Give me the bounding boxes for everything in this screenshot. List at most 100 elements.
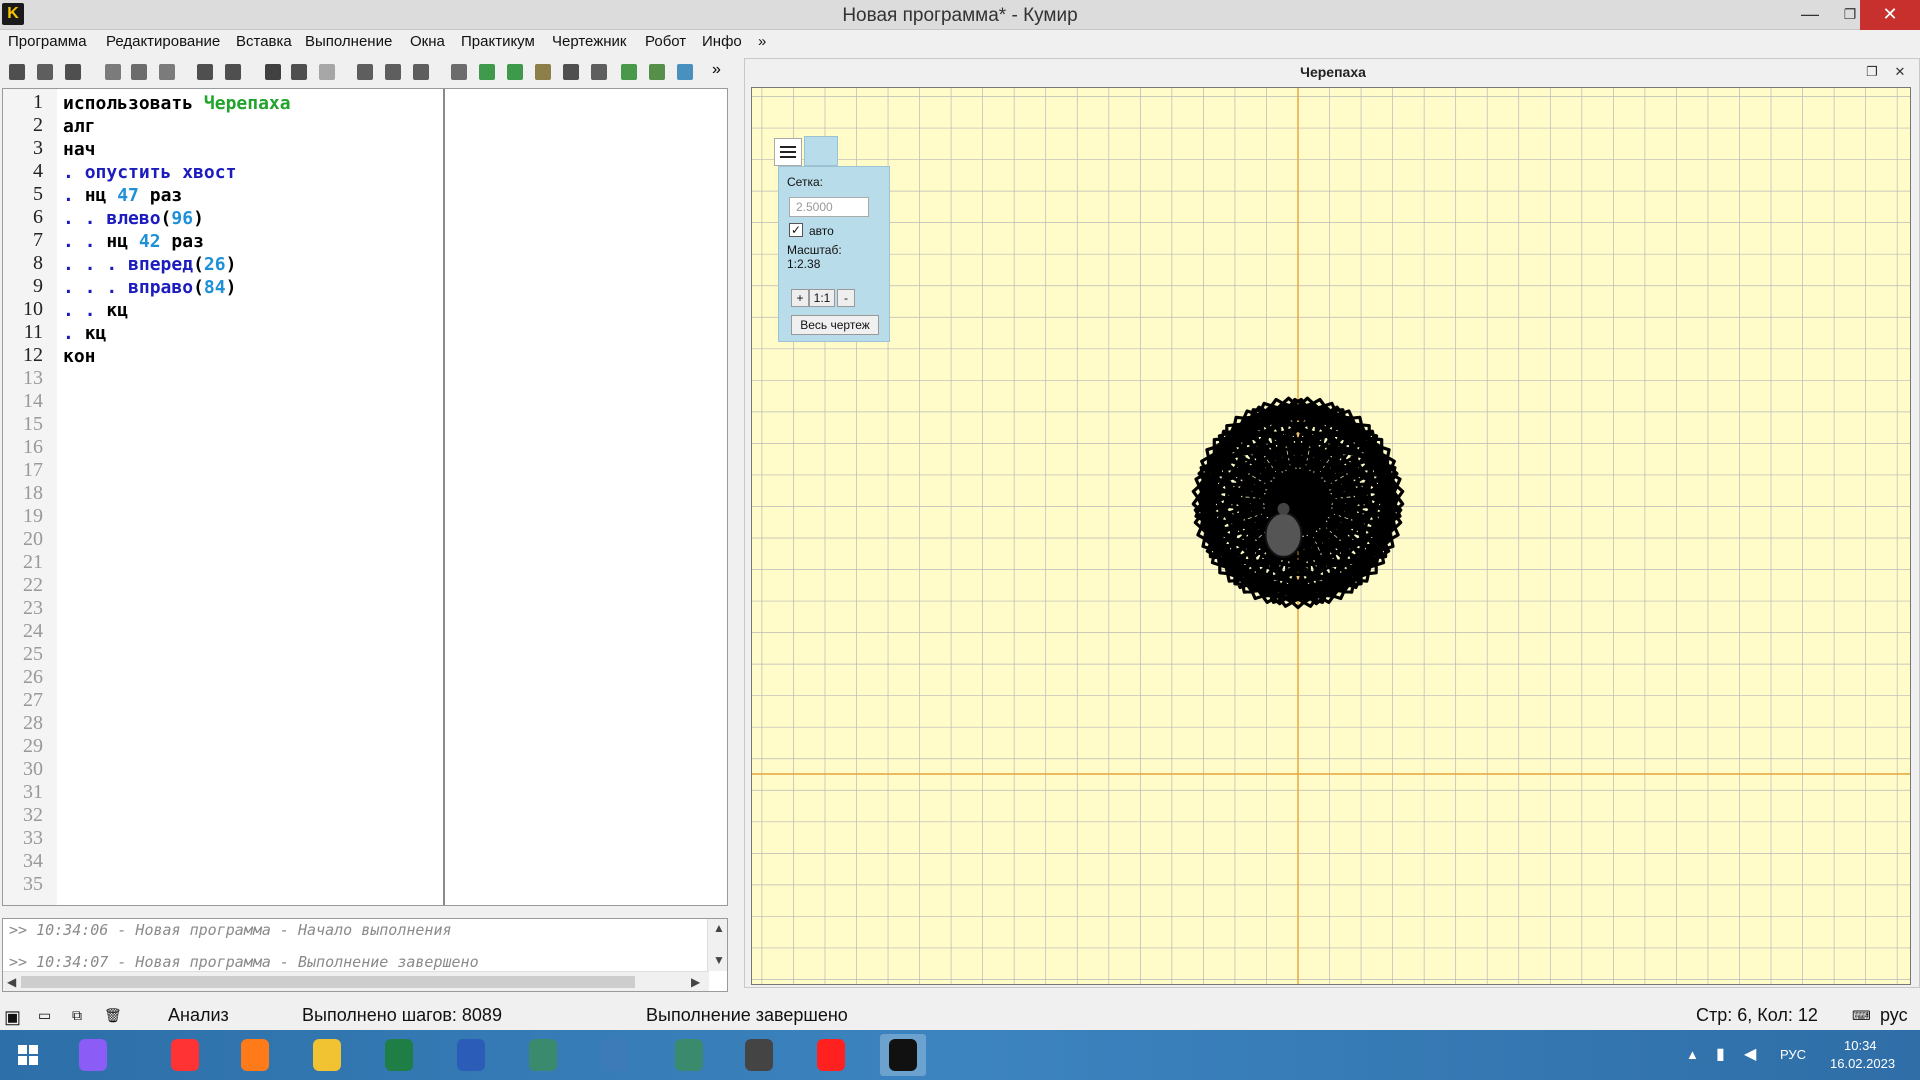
excel-icon[interactable] xyxy=(376,1034,422,1076)
console-vertical-scrollbar[interactable]: ▲ ▼ xyxy=(707,919,727,971)
menu-run[interactable]: Выполнение xyxy=(305,33,392,50)
scanner-icon[interactable] xyxy=(736,1034,782,1076)
close-panel-icon[interactable]: ✕ xyxy=(1891,63,1909,81)
step-out-icon[interactable] xyxy=(410,61,432,83)
code-line[interactable]: . . влево(96) xyxy=(63,208,204,229)
status-icon-3[interactable]: ⧉ xyxy=(72,1007,82,1024)
turtle-icon[interactable] xyxy=(618,61,640,83)
undo-icon[interactable] xyxy=(194,61,216,83)
network-icon[interactable]: ▮ xyxy=(1716,1044,1725,1064)
tray-lang[interactable]: РУС xyxy=(1780,1047,1806,1062)
output-console[interactable]: >> 10:34:06 - Новая программа - Начало в… xyxy=(2,918,728,992)
code-line[interactable]: . кц xyxy=(63,323,106,344)
word-icon[interactable] xyxy=(448,1034,494,1076)
code-line[interactable]: . опустить хвост xyxy=(63,162,236,183)
line-number: 11 xyxy=(23,321,43,343)
code-line[interactable]: . . . вправо(84) xyxy=(63,277,236,298)
indent-dots: . xyxy=(63,162,85,183)
menu-edit[interactable]: Редактирование xyxy=(106,33,220,50)
step-over-icon[interactable] xyxy=(354,61,376,83)
python-icon[interactable] xyxy=(592,1034,638,1076)
close-button[interactable]: ✕ xyxy=(1860,0,1920,30)
menu-robot[interactable]: Робот xyxy=(645,33,686,50)
minimize-button[interactable]: — xyxy=(1790,0,1830,30)
code-line[interactable]: . . кц xyxy=(63,300,128,321)
robot-icon[interactable] xyxy=(504,61,526,83)
zoom-reset-button[interactable]: 1:1 xyxy=(809,289,835,307)
kumir-icon[interactable] xyxy=(880,1034,926,1076)
indent-dots: . . . xyxy=(63,277,129,298)
code-token: раз xyxy=(138,185,183,206)
clock-date[interactable]: 16.02.2023 xyxy=(1830,1056,1895,1071)
line-number: 34 xyxy=(23,850,43,872)
zoom-in-button[interactable]: + xyxy=(791,289,809,307)
new-file-icon[interactable] xyxy=(6,61,28,83)
drawer-icon[interactable] xyxy=(476,61,498,83)
scroll-left-icon[interactable]: ◀ xyxy=(7,975,16,989)
copy-icon[interactable] xyxy=(128,61,150,83)
paste-icon[interactable] xyxy=(156,61,178,83)
code-line[interactable]: . . нц 42 раз xyxy=(63,231,204,252)
yandex-browser-icon[interactable] xyxy=(162,1034,208,1076)
step-into-icon[interactable] xyxy=(382,61,404,83)
float-panel-icon[interactable]: ❐ xyxy=(1863,63,1881,81)
run-step-icon[interactable] xyxy=(288,61,310,83)
run-icon[interactable] xyxy=(262,61,284,83)
console-horizontal-scrollbar[interactable]: ◀ ▶ xyxy=(3,971,709,991)
robot2-icon[interactable] xyxy=(646,61,668,83)
menu-drawer[interactable]: Чертежник xyxy=(552,33,627,50)
explorer-icon[interactable] xyxy=(304,1034,350,1076)
code-line[interactable]: нач xyxy=(63,139,96,160)
firefox-icon[interactable] xyxy=(232,1034,278,1076)
code-token: кц xyxy=(106,300,129,321)
code-line[interactable]: алг xyxy=(63,116,96,137)
yandex-icon[interactable] xyxy=(808,1034,854,1076)
code-token: 96 xyxy=(171,208,194,229)
grid-step-input[interactable]: 2.5000 xyxy=(789,197,869,217)
volume-icon[interactable]: ◀ xyxy=(1744,1044,1756,1064)
zoom-out-button[interactable]: - xyxy=(837,289,855,307)
fit-drawing-button[interactable]: Весь чертеж xyxy=(791,315,879,335)
grid-icon[interactable] xyxy=(560,61,582,83)
turtle-canvas[interactable]: Сетка: 2.5000 ✓ авто Масштаб: 1:2.38 + 1… xyxy=(751,87,1911,985)
canvas-menu-icon[interactable] xyxy=(774,138,802,166)
save-icon[interactable] xyxy=(62,61,84,83)
menu-info[interactable]: Инфо xyxy=(702,33,742,50)
tray-up-icon[interactable]: ▲ xyxy=(1686,1047,1699,1062)
console-line: >> 10:34:06 - Новая программа - Начало в… xyxy=(9,921,452,939)
scroll-right-icon[interactable]: ▶ xyxy=(691,975,700,989)
code-editor[interactable]: 1 2 3 4 5 6 7 8 9 10 11 12 13 14 15 16 17 18 19 20 21 22 23 24 2… xyxy=(2,88,728,906)
dialog-icon[interactable] xyxy=(588,61,610,83)
code-line[interactable]: . нц 47 раз xyxy=(63,185,182,206)
clock-time[interactable]: 10:34 xyxy=(1844,1038,1877,1053)
status-icon-2[interactable]: ▭ xyxy=(38,1007,51,1024)
redo-icon[interactable] xyxy=(222,61,244,83)
trash-icon[interactable]: 🗑 xyxy=(104,1007,122,1024)
menu-more[interactable]: » xyxy=(758,33,766,50)
alice-icon[interactable] xyxy=(70,1034,116,1076)
console-toggle-icon[interactable]: ▣ xyxy=(4,1007,21,1028)
auto-grid-checkbox[interactable]: ✓ xyxy=(789,223,803,237)
water-icon[interactable] xyxy=(674,61,696,83)
start-icon[interactable] xyxy=(6,1034,52,1076)
toolbar-more-button[interactable]: » xyxy=(712,61,734,83)
open-icon[interactable] xyxy=(34,61,56,83)
menu-practicum[interactable]: Практикум xyxy=(461,33,535,50)
canvas-view-icon[interactable] xyxy=(804,136,838,166)
scroll-thumb[interactable] xyxy=(21,976,635,988)
code-line[interactable]: кон xyxy=(63,346,96,367)
scroll-up-icon[interactable]: ▲ xyxy=(713,921,725,935)
turtle-actor-icon[interactable] xyxy=(532,61,554,83)
app-icon[interactable] xyxy=(666,1034,712,1076)
menu-windows[interactable]: Окна xyxy=(410,33,445,50)
menu-insert[interactable]: Вставка xyxy=(236,33,292,50)
editor-splitter[interactable] xyxy=(443,89,445,905)
scroll-down-icon[interactable]: ▼ xyxy=(713,953,725,967)
window-icon[interactable] xyxy=(520,1034,566,1076)
code-line[interactable]: . . . вперед(26) xyxy=(63,254,236,275)
menu-program[interactable]: Программа xyxy=(8,33,87,50)
cut-icon[interactable] xyxy=(102,61,124,83)
stop-icon[interactable] xyxy=(316,61,338,83)
vars-icon[interactable] xyxy=(448,61,470,83)
code-line[interactable]: использовать Черепаха xyxy=(63,93,291,114)
